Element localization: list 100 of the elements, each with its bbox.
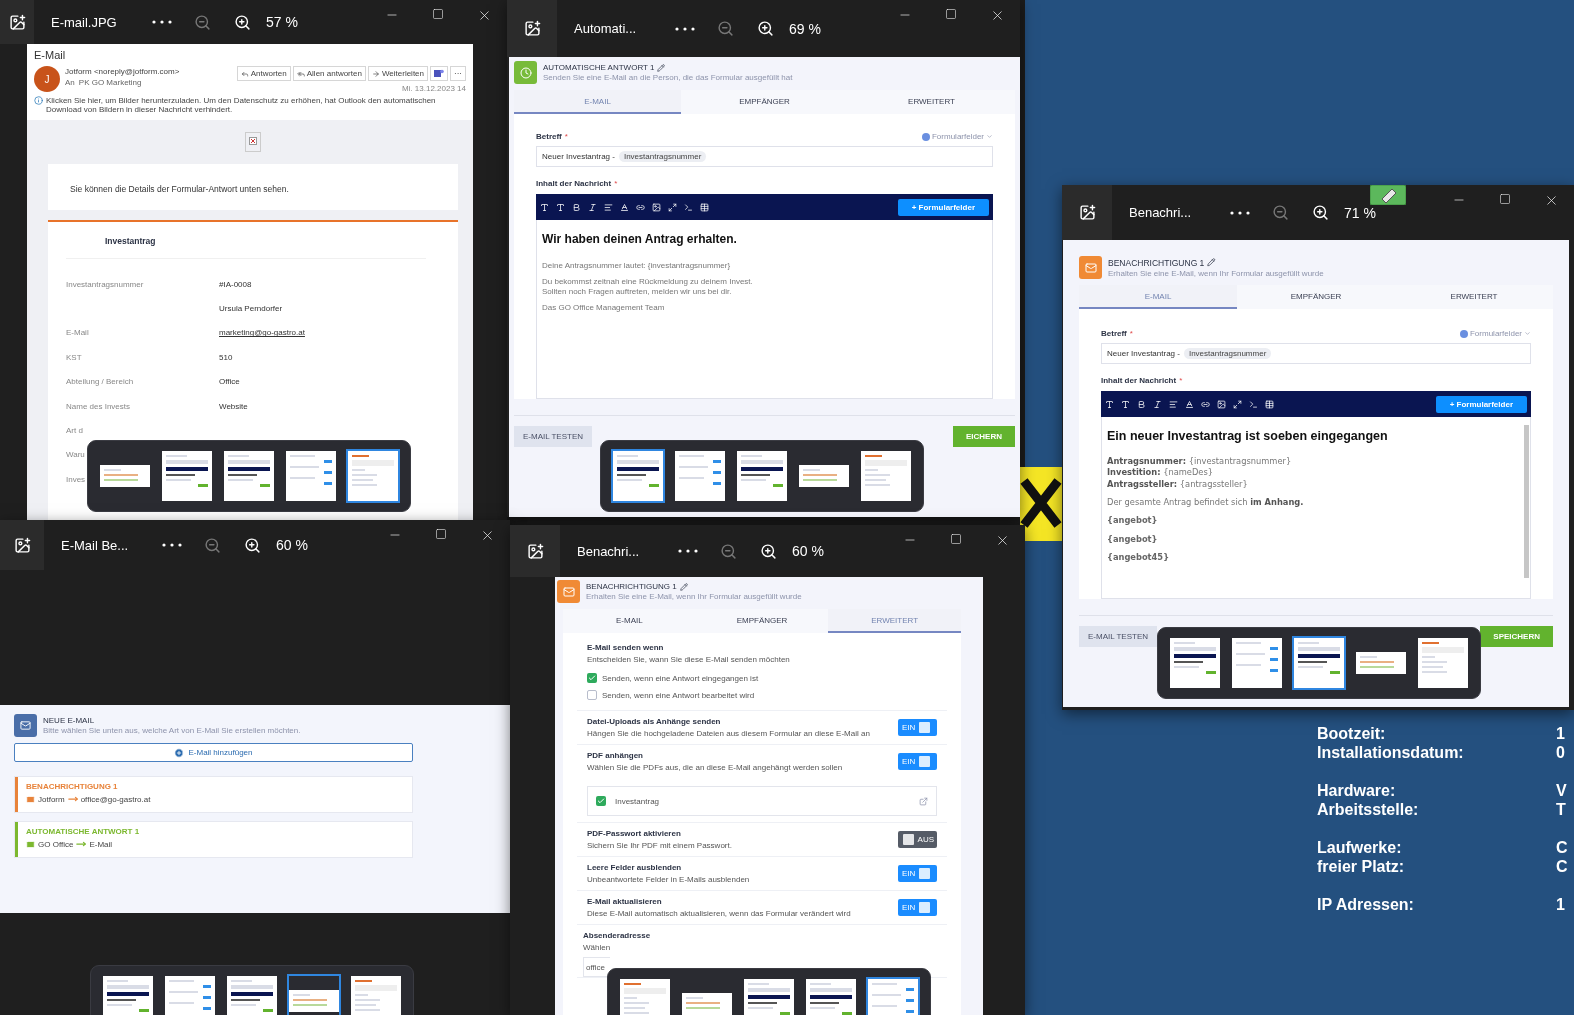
- tab[interactable]: E-MAIL: [514, 90, 681, 114]
- checkbox[interactable]: [587, 673, 597, 683]
- email-action-button[interactable]: Weiterleiten: [367, 66, 428, 81]
- app-button[interactable]: [0, 0, 34, 44]
- tab[interactable]: E-MAIL: [1079, 285, 1237, 309]
- checkbox[interactable]: [587, 690, 597, 700]
- subject-field[interactable]: Neuer Investantrag - Investantragsnummer: [1101, 343, 1531, 364]
- italic-icon[interactable]: [1153, 399, 1162, 409]
- link-icon[interactable]: [636, 202, 645, 212]
- app-button[interactable]: [507, 0, 557, 57]
- tab[interactable]: EMPFÄNGER: [1237, 285, 1395, 309]
- thumbnail[interactable]: [160, 449, 214, 503]
- image-icon[interactable]: [652, 202, 661, 212]
- thumbnail[interactable]: [163, 974, 217, 1015]
- expand-icon[interactable]: [668, 202, 677, 212]
- attachment-label: Investantrag: [615, 796, 660, 806]
- bold-icon[interactable]: [572, 202, 581, 212]
- table-icon[interactable]: [700, 202, 709, 212]
- thumbnail[interactable]: [735, 449, 789, 503]
- app-button[interactable]: [510, 525, 560, 577]
- thumbnail[interactable]: [349, 974, 403, 1015]
- info-value: 0: [1556, 743, 1565, 762]
- list-subtitle: Bitte wählen Sie unten aus, welche Art von E-Mail Sie erstellen möchten.: [43, 726, 301, 735]
- thumbnail[interactable]: [222, 449, 276, 503]
- thumbnail[interactable]: [1168, 636, 1222, 690]
- app-button[interactable]: [0, 520, 44, 570]
- email-item[interactable]: AUTOMATISCHE ANTWORT 1 GO Office E-Mail: [14, 821, 413, 858]
- code-icon[interactable]: [684, 202, 693, 212]
- tab[interactable]: EMPFÄNGER: [681, 90, 848, 114]
- field-label: Investantragsnummer: [66, 279, 144, 289]
- code-icon[interactable]: [1249, 399, 1258, 409]
- message-text: Sollten noch Fragen auftreten, melden wir uns bei dir.: [542, 287, 733, 296]
- email-title: BENACHRICHTIGUNG 1: [586, 582, 677, 591]
- text-style-icon[interactable]: [540, 202, 549, 212]
- tab[interactable]: E-MAIL: [563, 609, 696, 633]
- expand-icon[interactable]: [1233, 399, 1242, 409]
- tab[interactable]: EMPFÄNGER: [695, 609, 829, 633]
- email-action-button[interactable]: Antworten: [236, 66, 291, 81]
- pen-tab-icon[interactable]: [1370, 185, 1406, 205]
- image-icon[interactable]: [1217, 399, 1226, 409]
- link-icon[interactable]: [1201, 399, 1210, 409]
- thumbnail[interactable]: [611, 449, 665, 503]
- subject-field[interactable]: Neuer Investantrag - Investantragsnummer: [536, 146, 993, 167]
- notice-text[interactable]: Klicken Sie hier, um Bilder herunterzuladen. Um den Datenschutz zu erhöhen, hat Outlook den automatischen Download von Bildern in dieser Nachricht verhindert.: [46, 96, 466, 115]
- pencil-icon[interactable]: [1207, 258, 1216, 267]
- envelope-icon: [26, 839, 35, 849]
- thumbnail[interactable]: [1416, 636, 1470, 690]
- info-label: freier Platz:: [1317, 857, 1406, 876]
- thumbnail[interactable]: [346, 449, 400, 503]
- intro-text: Sie können die Details der Formular-Antwort unten sehen.: [70, 184, 289, 195]
- email-action-button[interactable]: Allen antworten: [292, 66, 366, 81]
- email-link[interactable]: marketing@go-gastro.at: [219, 328, 305, 338]
- zoom-level: 71 %: [1343, 204, 1376, 221]
- thumbnail[interactable]: [287, 974, 341, 1015]
- font-size-icon[interactable]: [556, 202, 565, 212]
- bold-icon[interactable]: [1137, 399, 1146, 409]
- thumbnail[interactable]: [101, 974, 155, 1015]
- message-editor[interactable]: [1101, 417, 1531, 599]
- add-email-button[interactable]: E-Mail hinzufügen: [14, 743, 413, 762]
- thumbnail[interactable]: [618, 977, 672, 1015]
- thumbnail[interactable]: [1230, 636, 1284, 690]
- thumbnail[interactable]: [859, 449, 913, 503]
- tab[interactable]: ERWEITERT: [828, 609, 961, 633]
- test-email-button[interactable]: E-MAIL TESTEN: [514, 426, 592, 447]
- email-item[interactable]: BENACHRICHTIGUNG 1 Jotform office@go-gastro.at: [14, 776, 413, 813]
- app-button[interactable]: [1062, 185, 1112, 240]
- info-value: C: [1556, 838, 1568, 857]
- teams-button[interactable]: [430, 66, 448, 81]
- align-icon[interactable]: [604, 202, 613, 212]
- teams-icon: [434, 69, 444, 78]
- thumbnail[interactable]: [804, 977, 858, 1015]
- test-email-button[interactable]: E-MAIL TESTEN: [1079, 626, 1157, 647]
- list-title: NEUE E-MAIL: [43, 716, 96, 725]
- font-size-icon[interactable]: [1121, 399, 1130, 409]
- image-icon: [1078, 204, 1096, 221]
- thumbnail[interactable]: [284, 449, 338, 503]
- thumbnail[interactable]: [866, 977, 920, 1015]
- info-value: C: [1556, 857, 1568, 876]
- text-color-icon[interactable]: [1185, 399, 1194, 409]
- italic-icon[interactable]: [588, 202, 597, 212]
- more-button[interactable]: ···: [450, 66, 466, 81]
- thumbnail[interactable]: [1292, 636, 1346, 690]
- table-icon[interactable]: [1265, 399, 1274, 409]
- pencil-icon[interactable]: [679, 582, 688, 591]
- text-style-icon[interactable]: [1105, 399, 1114, 409]
- required-mark: *: [1179, 376, 1183, 385]
- info-label: Bootzeit:: [1317, 724, 1387, 743]
- checkbox[interactable]: [596, 796, 606, 806]
- thumbnail[interactable]: [742, 977, 796, 1015]
- thumbnail[interactable]: [225, 974, 279, 1015]
- tab[interactable]: ERWEITERT: [1395, 285, 1553, 309]
- thumbnail[interactable]: [673, 449, 727, 503]
- text-color-icon[interactable]: [620, 202, 629, 212]
- tab[interactable]: ERWEITERT: [848, 90, 1015, 114]
- toggle-switch[interactable]: AUS: [898, 831, 937, 848]
- info-label: Arbeitsstelle:: [1317, 800, 1420, 819]
- align-icon[interactable]: [1169, 399, 1178, 409]
- pencil-icon[interactable]: [657, 63, 666, 72]
- checkbox-label: Senden, wenn eine Antwort bearbeitet wird: [602, 690, 755, 700]
- image-icon: [13, 536, 31, 554]
